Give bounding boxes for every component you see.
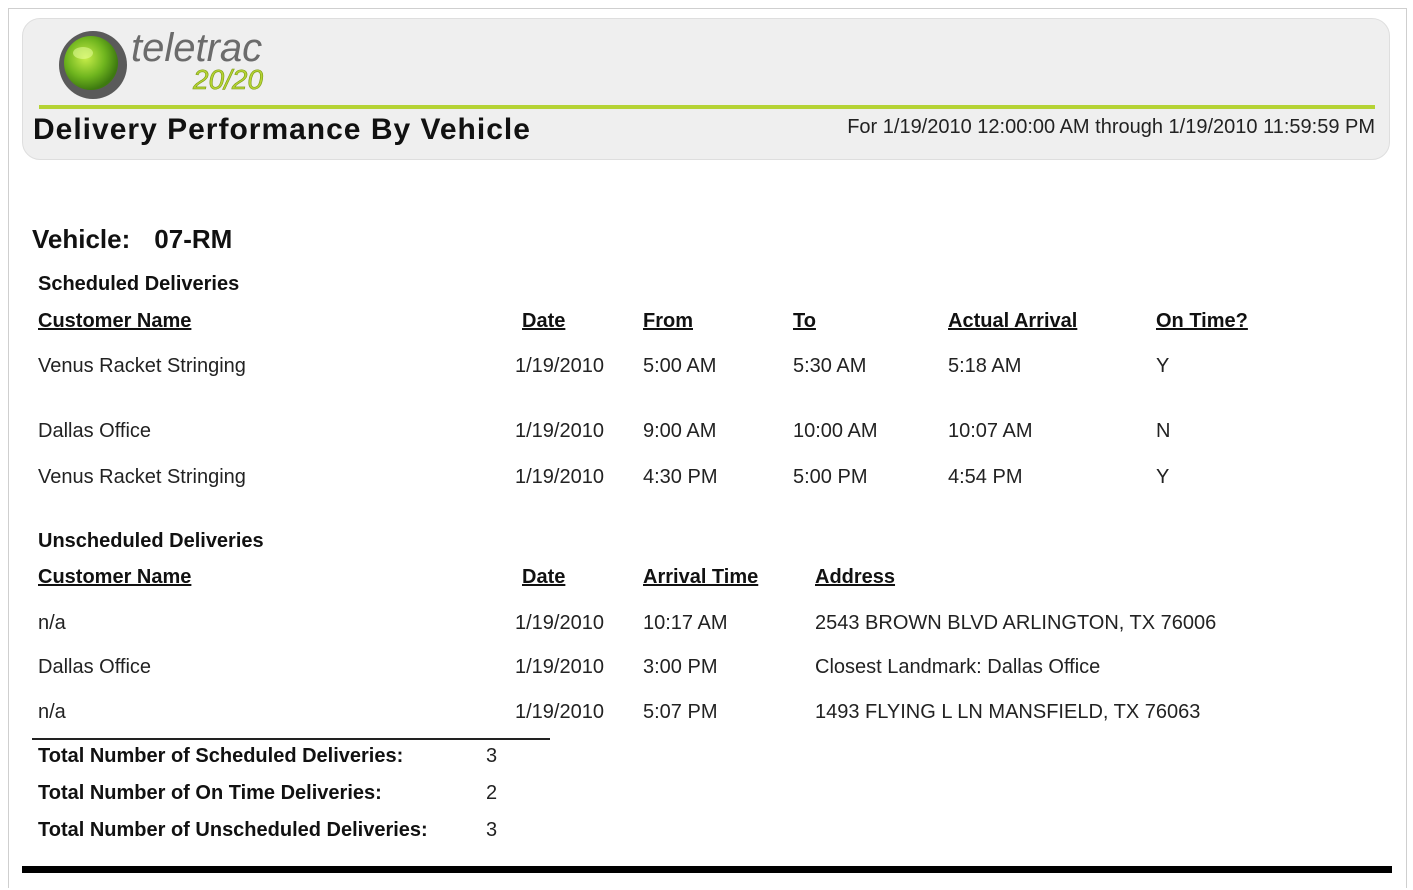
- sched-header-to: To: [793, 310, 816, 332]
- vehicle-heading: Vehicle: 07-RM: [32, 224, 232, 255]
- unsched-cell-arrival: 3:00 PM: [643, 656, 718, 678]
- total-on-time-label: Total Number of On Time Deliveries:: [38, 782, 382, 804]
- sched-cell-date: 1/19/2010: [515, 355, 604, 377]
- sched-header-customer: Customer Name: [38, 310, 192, 332]
- unsched-cell-arrival: 10:17 AM: [643, 612, 728, 634]
- sched-header-on-time: On Time?: [1156, 310, 1248, 332]
- sched-cell-customer: Venus Racket Stringing: [38, 466, 246, 488]
- sched-cell-to: 10:00 AM: [793, 420, 878, 442]
- sched-cell-date: 1/19/2010: [515, 420, 604, 442]
- total-scheduled-value: 3: [486, 745, 498, 767]
- sched-cell-on-time: N: [1156, 420, 1171, 442]
- unsched-cell-address: Closest Landmark: Dallas Office: [815, 656, 1101, 678]
- sched-header-date: Date: [522, 310, 566, 332]
- sched-cell-customer: Dallas Office: [38, 420, 152, 442]
- total-unscheduled-value: 3: [486, 819, 498, 841]
- unsched-cell-customer: n/a: [38, 701, 66, 723]
- totals-divider: [32, 738, 550, 740]
- unsched-header-date: Date: [522, 566, 566, 588]
- sched-cell-to: 5:00 PM: [793, 466, 868, 488]
- unsched-cell-arrival: 5:07 PM: [643, 701, 718, 723]
- sched-cell-on-time: Y: [1156, 355, 1170, 377]
- footer-rule: [22, 866, 1392, 873]
- sched-cell-actual: 4:54 PM: [948, 466, 1023, 488]
- logo-highlight: [73, 47, 93, 59]
- unsched-cell-date: 1/19/2010: [515, 612, 604, 634]
- sched-cell-from: 9:00 AM: [643, 420, 717, 442]
- vehicle-id: 07-RM: [154, 224, 233, 254]
- total-scheduled-label: Total Number of Scheduled Deliveries:: [38, 745, 404, 767]
- scheduled-section-label: Scheduled Deliveries: [38, 273, 240, 295]
- sched-cell-actual: 10:07 AM: [948, 420, 1033, 442]
- sched-cell-to: 5:30 AM: [793, 355, 867, 377]
- unsched-header-customer: Customer Name: [38, 566, 192, 588]
- report-header: teletrac 20/20 Delivery Performance By V…: [22, 18, 1390, 160]
- sched-header-actual-arrival: Actual Arrival: [948, 310, 1078, 332]
- vehicle-label: Vehicle:: [32, 224, 131, 254]
- unsched-cell-customer: n/a: [38, 612, 66, 634]
- unsched-cell-date: 1/19/2010: [515, 656, 604, 678]
- unsched-cell-date: 1/19/2010: [515, 701, 604, 723]
- logo-ball: [64, 36, 118, 90]
- unsched-cell-address: 1493 FLYING L LN MANSFIELD, TX 76063: [815, 701, 1201, 723]
- report-date-range: For 1/19/2010 12:00:00 AM through 1/19/2…: [847, 116, 1375, 138]
- total-unscheduled-label: Total Number of Unscheduled Deliveries:: [38, 819, 428, 841]
- logo-subtitle: 20/20: [192, 64, 263, 95]
- total-on-time-value: 2: [486, 782, 498, 804]
- unscheduled-section-label: Unscheduled Deliveries: [38, 530, 264, 552]
- sched-cell-from: 4:30 PM: [643, 466, 718, 488]
- header-green-rule: [39, 105, 1375, 109]
- sched-header-from: From: [643, 310, 693, 332]
- sched-cell-from: 5:00 AM: [643, 355, 717, 377]
- sched-cell-on-time: Y: [1156, 466, 1170, 488]
- unsched-header-address: Address: [815, 566, 896, 588]
- sched-cell-date: 1/19/2010: [515, 466, 604, 488]
- sched-cell-customer: Venus Racket Stringing: [38, 355, 246, 377]
- unsched-cell-customer: Dallas Office: [38, 656, 152, 678]
- sched-cell-actual: 5:18 AM: [948, 355, 1022, 377]
- unsched-cell-address: 2543 BROWN BLVD ARLINGTON, TX 76006: [815, 612, 1217, 634]
- report-title: Delivery Performance By Vehicle: [33, 113, 531, 146]
- unsched-header-arrival-time: Arrival Time: [643, 566, 759, 588]
